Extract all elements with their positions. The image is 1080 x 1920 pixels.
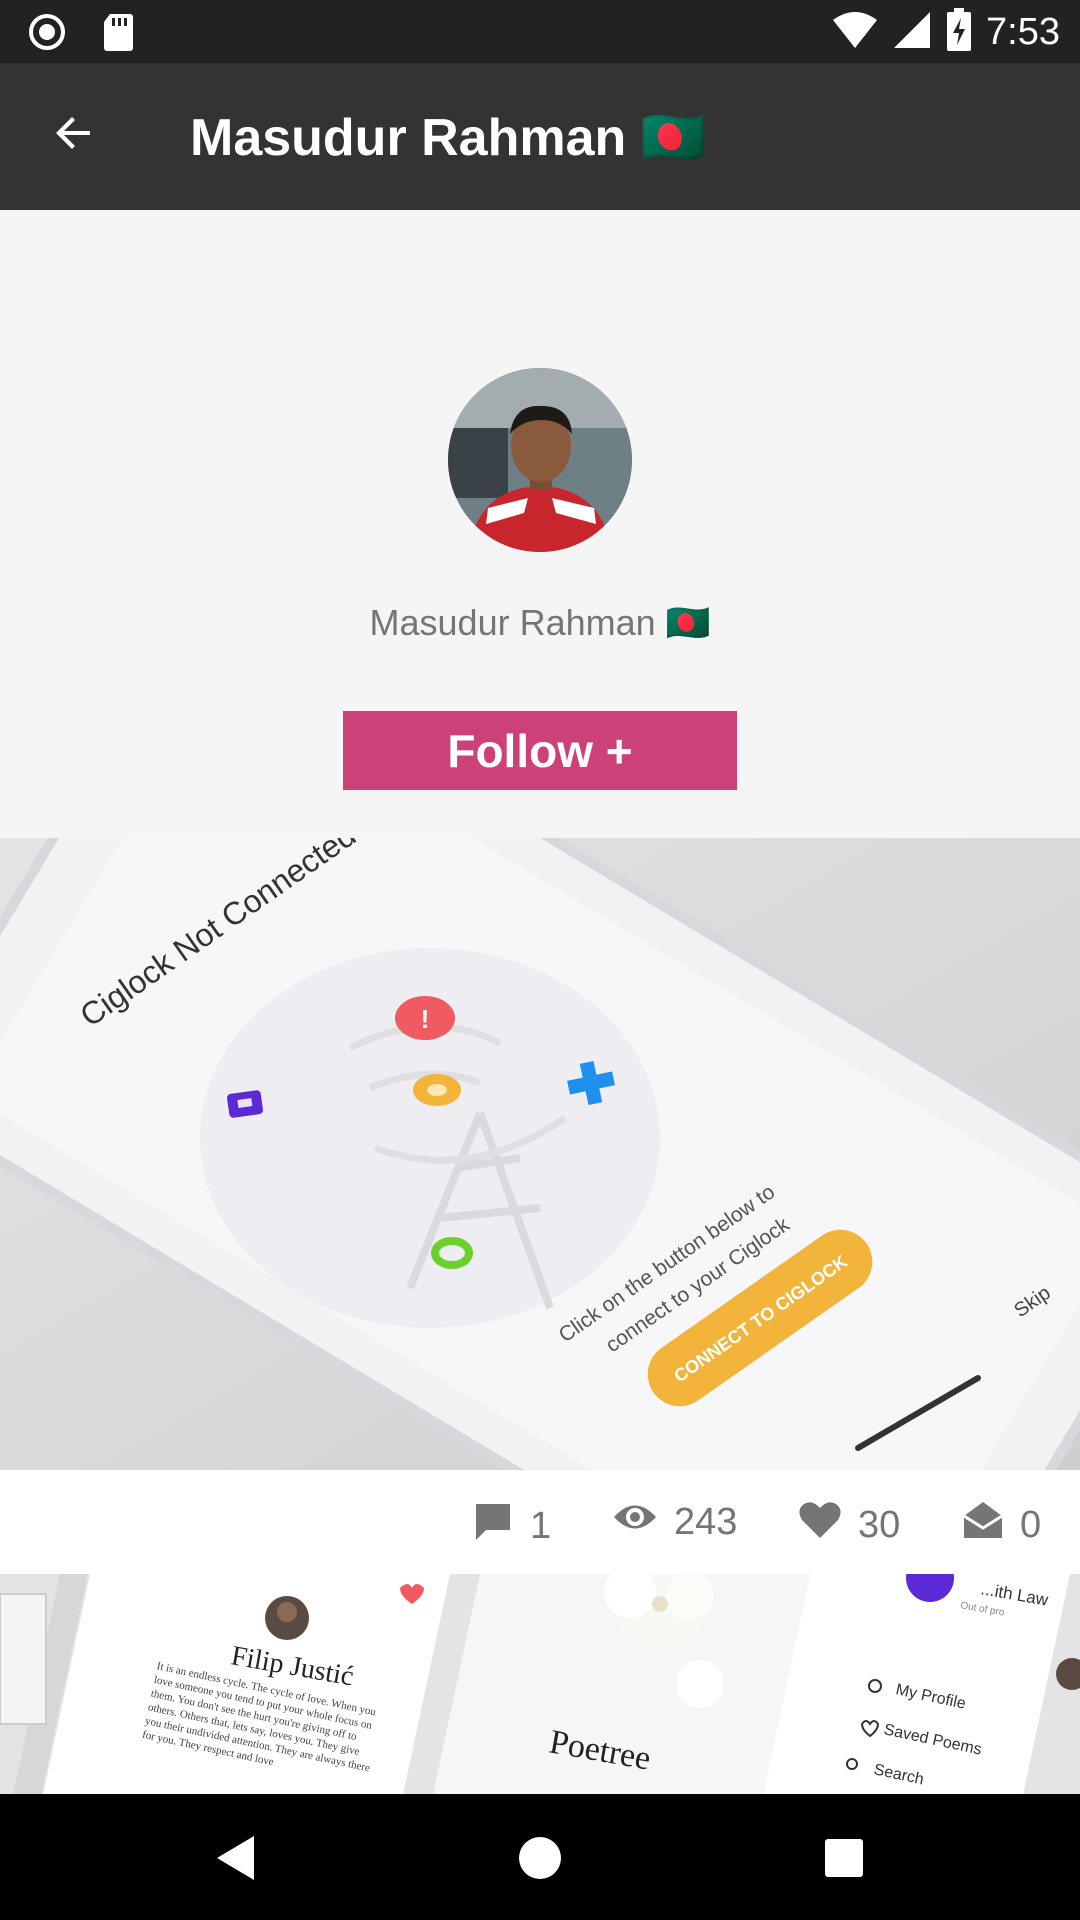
nav-bar bbox=[0, 1794, 1080, 1920]
avatar[interactable] bbox=[448, 368, 632, 552]
status-right-icons: 7:53 bbox=[832, 8, 1060, 57]
comments-stat[interactable]: 1 bbox=[472, 1500, 551, 1552]
status-bar: 7:53 bbox=[0, 0, 1080, 63]
nav-back-button[interactable] bbox=[206, 1830, 266, 1890]
square-recents-icon bbox=[824, 1838, 864, 1883]
status-left-icons bbox=[28, 12, 134, 57]
triangle-back-icon bbox=[214, 1833, 258, 1888]
views-count: 243 bbox=[674, 1500, 738, 1543]
open-mail-icon bbox=[962, 1500, 1004, 1550]
shares-count: 0 bbox=[1020, 1503, 1042, 1546]
views-stat: 243 bbox=[612, 1500, 737, 1544]
wifi-icon bbox=[832, 10, 878, 55]
battery-charging-icon bbox=[946, 8, 972, 57]
status-time: 7:53 bbox=[986, 11, 1060, 53]
app-bar: Masudur Rahman 🇧🇩 bbox=[0, 63, 1080, 210]
circle-home-icon bbox=[517, 1835, 563, 1886]
comments-count: 1 bbox=[530, 1504, 552, 1547]
arrow-left-icon bbox=[50, 109, 98, 162]
nav-home-button[interactable] bbox=[510, 1830, 570, 1890]
sd-card-icon bbox=[102, 12, 134, 57]
nav-recents-button[interactable] bbox=[814, 1830, 874, 1890]
shares-stat[interactable]: 0 bbox=[962, 1500, 1041, 1550]
comment-icon bbox=[472, 1500, 514, 1552]
signal-icon bbox=[892, 10, 932, 55]
back-button[interactable] bbox=[42, 103, 106, 167]
svg-text:!: ! bbox=[421, 1004, 430, 1034]
post-image-2[interactable]: Filip Justić It is an endless cycle. The… bbox=[0, 1574, 1080, 1794]
record-icon bbox=[28, 13, 66, 56]
eye-icon bbox=[612, 1500, 658, 1544]
post-stats: 1 243 30 0 bbox=[0, 1470, 1080, 1574]
likes-stat[interactable]: 30 bbox=[798, 1500, 900, 1550]
post-image[interactable]: ! Ciglock Not Connected Click on the but… bbox=[0, 838, 1080, 1470]
heart-icon bbox=[798, 1500, 842, 1550]
profile-name: Masudur Rahman 🇧🇩 bbox=[369, 602, 711, 643]
page-title: Masudur Rahman 🇧🇩 bbox=[190, 109, 706, 167]
profile-header: Masudur Rahman 🇧🇩 Follow + bbox=[0, 210, 1080, 838]
follow-button[interactable]: Follow + bbox=[343, 711, 737, 790]
likes-count: 30 bbox=[858, 1503, 901, 1546]
